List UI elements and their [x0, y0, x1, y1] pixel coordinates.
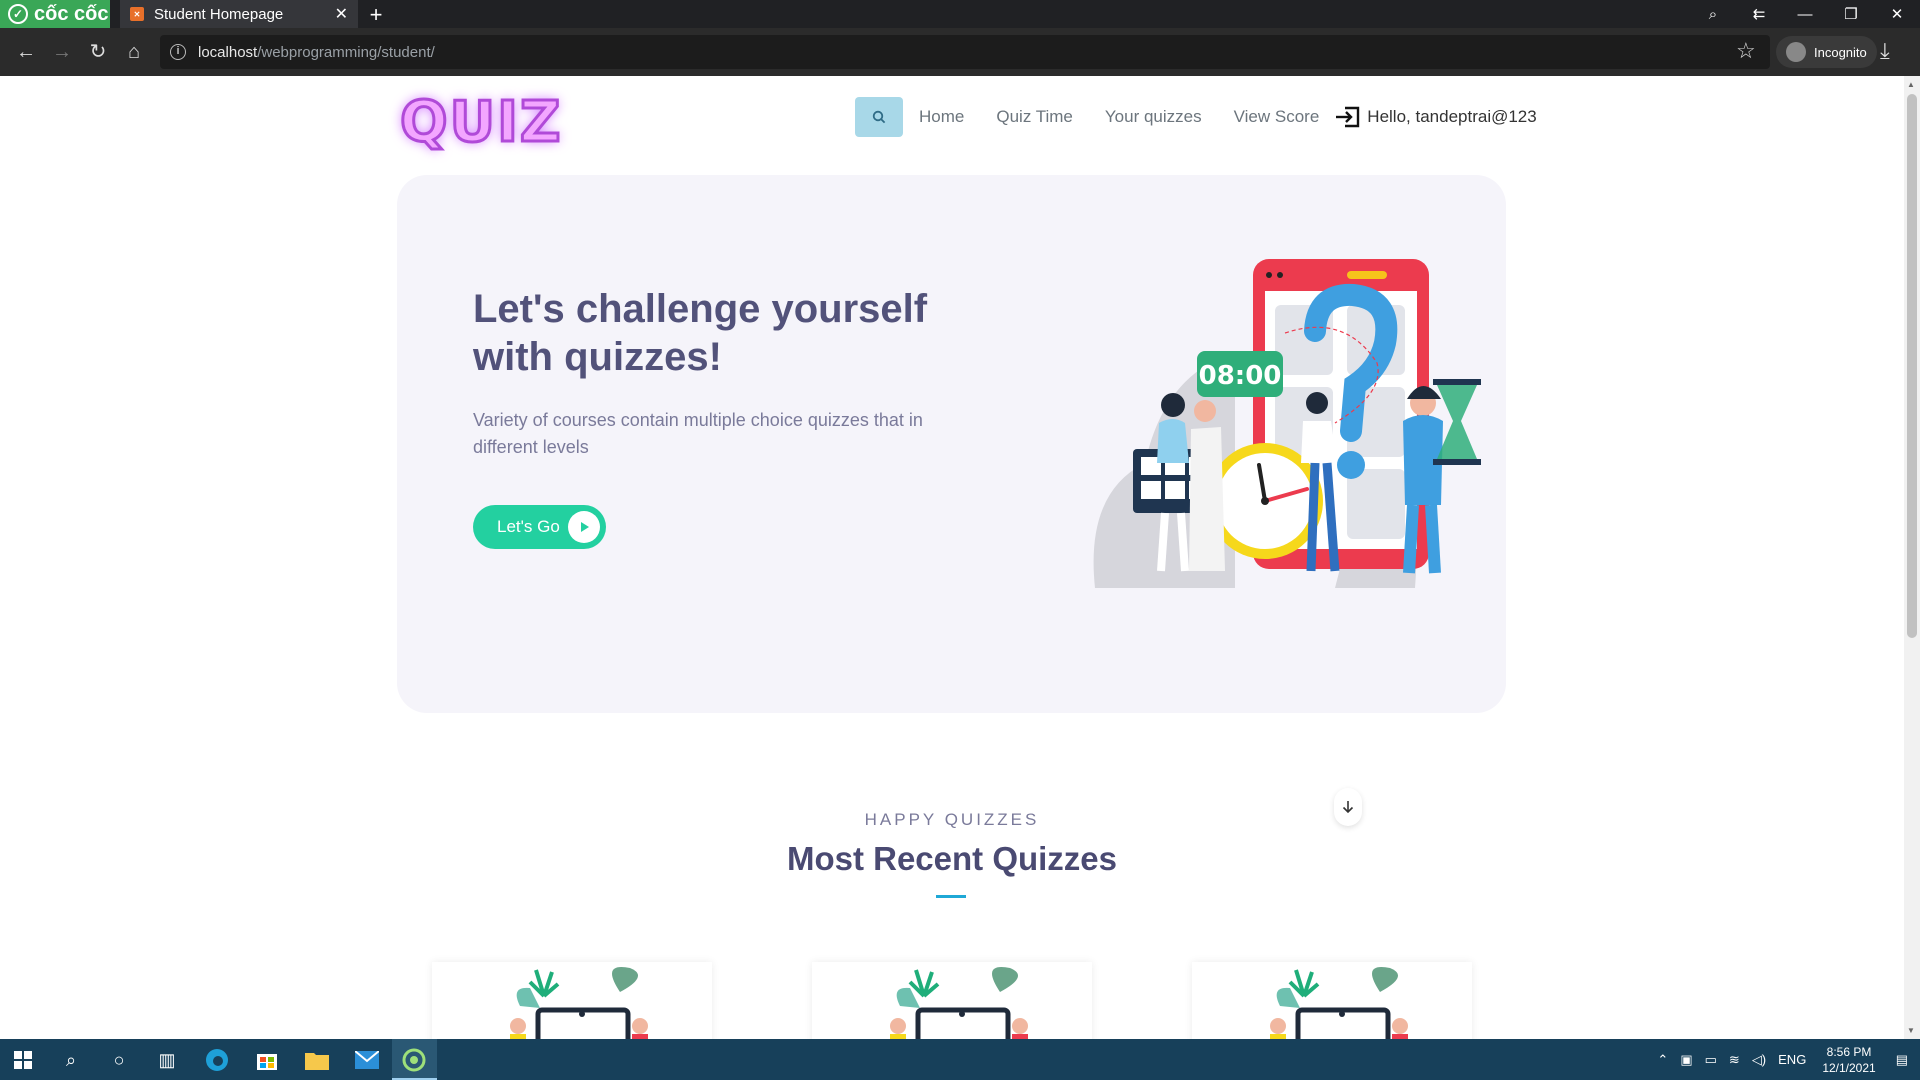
- xampp-favicon-icon: ✕: [130, 7, 144, 21]
- wifi-icon[interactable]: ≋: [1729, 1052, 1740, 1068]
- show-hidden-icons-icon[interactable]: ⌃: [1657, 1052, 1668, 1068]
- quiz-card[interactable]: [1192, 962, 1472, 1039]
- scrollbar-thumb[interactable]: [1907, 94, 1917, 638]
- site-info-icon[interactable]: i: [170, 44, 186, 60]
- taskbar-search-icon[interactable]: ⌕: [58, 1047, 84, 1073]
- file-explorer-icon[interactable]: [304, 1047, 330, 1073]
- url-path: /webprogramming/student/: [257, 43, 435, 61]
- tab-history-icon[interactable]: ⇇: [1736, 5, 1782, 23]
- cortana-icon[interactable]: ○: [106, 1047, 132, 1073]
- quiz-card-illustration: [1270, 967, 1408, 1039]
- edge-browser-icon[interactable]: [204, 1047, 230, 1073]
- browser-brand[interactable]: ✓ cốc cốc: [0, 0, 110, 28]
- nav-quiz-time[interactable]: Quiz Time: [996, 107, 1073, 127]
- page-content: QUIZ Home Quiz Time Your quizzes View Sc…: [0, 76, 1904, 1039]
- quiz-card-illustration: [890, 967, 1028, 1039]
- section-title: Most Recent Quizzes: [786, 840, 1118, 877]
- scroll-down-arrow-icon[interactable]: ▼: [1907, 1026, 1915, 1035]
- search-tabs-icon[interactable]: ⌕: [1690, 6, 1736, 23]
- language-indicator[interactable]: ENG: [1778, 1052, 1806, 1067]
- mail-icon[interactable]: [354, 1047, 380, 1073]
- close-tab-icon[interactable]: ✕: [335, 4, 348, 24]
- section-kicker: HAPPY QUIZZES: [864, 810, 1040, 829]
- login-icon: [1336, 106, 1360, 128]
- lets-go-label: Let's Go: [497, 517, 560, 536]
- browser-tab[interactable]: ✕ Student Homepage ✕: [120, 0, 358, 28]
- tab-title: Student Homepage: [154, 5, 284, 23]
- windows-taskbar: ⌕ ○ ▥ ⌃ ▣ ▭ ≋ ◁) ENG 8:56 PM 12/1/2021 ▤: [0, 1039, 1920, 1080]
- forward-icon[interactable]: →: [50, 40, 74, 64]
- section-divider: [936, 895, 966, 898]
- nav-your-quizzes[interactable]: Your quizzes: [1105, 107, 1202, 127]
- nav-view-score[interactable]: View Score: [1234, 107, 1320, 127]
- clock-time-text: 08:00: [1199, 361, 1282, 391]
- taskbar-clock[interactable]: 8:56 PM 12/1/2021: [1822, 1044, 1875, 1076]
- hero-title: Let's challenge yourself with quizzes!: [473, 287, 928, 379]
- browser-brand-label: cốc cốc: [34, 2, 109, 25]
- volume-icon[interactable]: ◁): [1752, 1052, 1766, 1068]
- battery-icon[interactable]: ▭: [1705, 1052, 1717, 1068]
- close-window-icon[interactable]: ✕: [1874, 5, 1920, 23]
- site-logo[interactable]: QUIZ: [399, 89, 563, 157]
- home-icon[interactable]: ⌂: [122, 40, 146, 64]
- page-scrollbar[interactable]: ▲ ▼: [1904, 76, 1920, 1039]
- scroll-up-arrow-icon[interactable]: ▲: [1907, 80, 1915, 89]
- incognito-label: Incognito: [1814, 44, 1867, 60]
- play-icon: [568, 511, 600, 543]
- hero-banner: Let's challenge yourself with quizzes! V…: [397, 175, 1506, 826]
- bookmark-star-icon[interactable]: ☆: [1736, 38, 1756, 64]
- notification-center-icon[interactable]: ▤: [1896, 1052, 1908, 1068]
- incognito-badge[interactable]: Incognito: [1776, 36, 1877, 68]
- user-greeting[interactable]: Hello, tandeptrai@123: [1335, 106, 1537, 128]
- taskbar-coccoc-active[interactable]: [392, 1039, 437, 1080]
- incognito-icon: [1786, 42, 1806, 62]
- coccoc-logo-icon: ✓: [8, 4, 28, 24]
- browser-toolbar: ← → ↻ ⌂ i localhost /webprogramming/stud…: [0, 28, 1920, 76]
- back-icon[interactable]: ←: [14, 40, 38, 64]
- hero-illustration: 08:00: [1093, 259, 1481, 588]
- reload-icon[interactable]: ↻: [86, 40, 110, 64]
- hero-description: Variety of courses contain multiple choi…: [473, 410, 923, 457]
- nav-home[interactable]: Home: [919, 107, 964, 127]
- url-host: localhost: [198, 43, 258, 61]
- download-icon[interactable]: ⤓: [1880, 38, 1890, 64]
- security-icon[interactable]: ▣: [1680, 1052, 1692, 1068]
- minimize-icon[interactable]: —: [1782, 6, 1828, 23]
- system-tray: ⌃ ▣ ▭ ≋ ◁) ENG 8:56 PM 12/1/2021 ▤: [1651, 1039, 1920, 1080]
- browser-tab-bar: ✓ cốc cốc ✕ Student Homepage ✕ + ⌕ ⇇ — ❐…: [0, 0, 1920, 28]
- window-controls: ⌕ ⇇ — ❐ ✕: [1690, 0, 1920, 28]
- lets-go-button[interactable]: Let's Go: [473, 505, 606, 549]
- search-icon: [872, 110, 886, 124]
- search-button[interactable]: [855, 97, 903, 137]
- new-tab-icon[interactable]: +: [364, 2, 388, 28]
- main-nav: Home Quiz Time Your quizzes View Score H…: [855, 97, 1537, 137]
- quiz-card[interactable]: [812, 962, 1092, 1039]
- store-icon[interactable]: [254, 1047, 280, 1073]
- user-greeting-label: Hello, tandeptrai@123: [1367, 107, 1537, 126]
- coccoc-taskbar-icon: [401, 1047, 427, 1073]
- windows-start-icon[interactable]: [10, 1047, 36, 1073]
- quiz-card[interactable]: [432, 962, 712, 1039]
- quiz-card-illustration: [510, 967, 648, 1039]
- address-bar[interactable]: i localhost /webprogramming/student/: [160, 35, 1770, 69]
- clock-date: 12/1/2021: [1822, 1060, 1876, 1075]
- restore-icon[interactable]: ❐: [1828, 5, 1874, 23]
- task-view-icon[interactable]: ▥: [154, 1047, 180, 1073]
- clock-time: 8:56 PM: [1826, 1044, 1872, 1059]
